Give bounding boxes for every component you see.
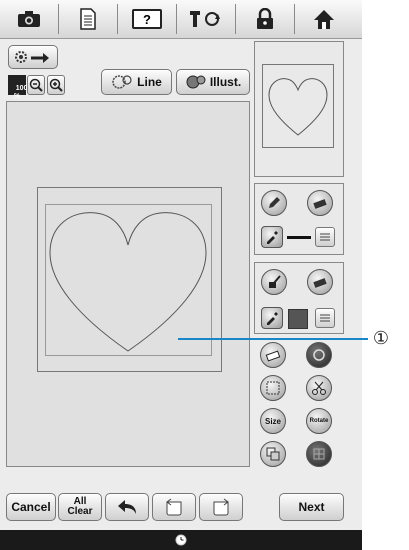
status-bar [0, 530, 362, 550]
fill-tool-panel [254, 262, 344, 334]
heart-outline [49, 212, 207, 352]
stamp-arrow-icon [15, 51, 49, 63]
zoom-out-button[interactable] [27, 75, 45, 95]
illust-label: Illust. [209, 75, 242, 89]
size-label: Size [264, 416, 281, 426]
document-button[interactable] [63, 4, 113, 34]
line-erase-icon [313, 199, 327, 209]
home-icon [314, 10, 334, 29]
select-area-button[interactable] [306, 342, 332, 368]
eraser-icon [265, 350, 281, 362]
thread-change-icon [190, 11, 220, 27]
brush-icon [269, 275, 281, 288]
fill-pattern-button[interactable] [306, 441, 332, 467]
document-icon [80, 8, 96, 30]
line-color-picker-button[interactable] [261, 226, 283, 248]
home-button[interactable] [299, 4, 349, 34]
eraser-button[interactable] [260, 342, 286, 368]
pocket-back-icon [166, 498, 182, 516]
line-list-icon [320, 233, 330, 241]
duplicate-button[interactable] [260, 441, 286, 467]
eyedropper-icon [267, 231, 278, 244]
scissors-icon [312, 381, 326, 395]
fill-color-picker-button[interactable] [261, 307, 283, 329]
line-label: Line [137, 75, 162, 89]
callout-number: ① [372, 327, 390, 349]
callout-marker: ① [369, 326, 393, 350]
fill-color-swatch [288, 309, 308, 329]
rotate-label: Rotate [309, 418, 329, 424]
fill-type-button[interactable] [315, 308, 335, 328]
illust-stamp-icon [186, 75, 206, 89]
help-icon: ? [132, 9, 162, 29]
preview-frame [262, 64, 334, 148]
select-area-icon [313, 349, 325, 361]
pencil-icon [269, 197, 280, 208]
duplicate-icon [266, 447, 280, 461]
dotted-frame-icon [266, 381, 280, 395]
zoom-in-icon [49, 78, 63, 92]
fill-erase-icon [313, 278, 327, 288]
cut-button[interactable] [306, 375, 332, 401]
cancel-label: Cancel [11, 500, 51, 514]
drawing-canvas[interactable] [6, 101, 250, 467]
frame-select-button[interactable] [260, 375, 286, 401]
all-clear-label: All Clear [67, 496, 93, 517]
callout-line [178, 338, 368, 340]
embroidery-frame [37, 187, 222, 372]
zoom-level-text: 100 % [13, 85, 28, 100]
zoom-out-icon [29, 78, 43, 92]
camera-button[interactable] [4, 4, 54, 34]
undo-button[interactable] [105, 493, 149, 521]
lock-button[interactable] [240, 4, 290, 34]
zoom-in-button[interactable] [47, 75, 65, 95]
line-tool-panel [254, 183, 344, 255]
stamp-move-button[interactable] [8, 45, 58, 69]
fill-eyedropper-icon [267, 312, 278, 325]
line-type-button[interactable] [315, 227, 335, 247]
fill-draw-button[interactable] [261, 269, 287, 295]
pattern-grid-icon [313, 448, 325, 460]
fill-eraser-button[interactable] [307, 269, 333, 295]
pocket-forward-icon [213, 498, 229, 516]
sewing-machine-screen: ? 100 % Line Illust. Size Rotate Cancel … [0, 0, 362, 550]
size-button[interactable]: Size [260, 408, 286, 434]
next-page-button[interactable] [199, 493, 243, 521]
previous-page-button[interactable] [152, 493, 196, 521]
undo-arrow-icon [118, 500, 136, 514]
clock-icon [175, 534, 187, 546]
rotate-button[interactable]: Rotate [306, 408, 332, 434]
fill-list-icon [320, 314, 330, 322]
illust-button[interactable]: Illust. [176, 69, 250, 95]
all-clear-button[interactable]: All Clear [58, 493, 102, 521]
help-label: ? [143, 11, 151, 27]
pattern-bounding-box [45, 204, 212, 356]
next-button[interactable]: Next [279, 493, 344, 521]
line-stamp-icon [112, 75, 132, 89]
thread-change-button[interactable] [181, 4, 231, 34]
top-toolbar: ? [0, 0, 362, 39]
zoom-level-indicator: 100 % [8, 75, 27, 100]
line-button[interactable]: Line [101, 69, 172, 95]
cancel-button[interactable]: Cancel [6, 493, 56, 521]
help-button[interactable]: ? [122, 4, 172, 34]
preview-panel [254, 41, 344, 177]
line-draw-button[interactable] [261, 190, 287, 216]
next-label: Next [298, 500, 325, 514]
preview-heart [268, 78, 328, 136]
camera-icon [18, 11, 40, 27]
line-eraser-button[interactable] [307, 190, 333, 216]
lock-icon [257, 8, 273, 29]
line-color-swatch [287, 236, 311, 239]
